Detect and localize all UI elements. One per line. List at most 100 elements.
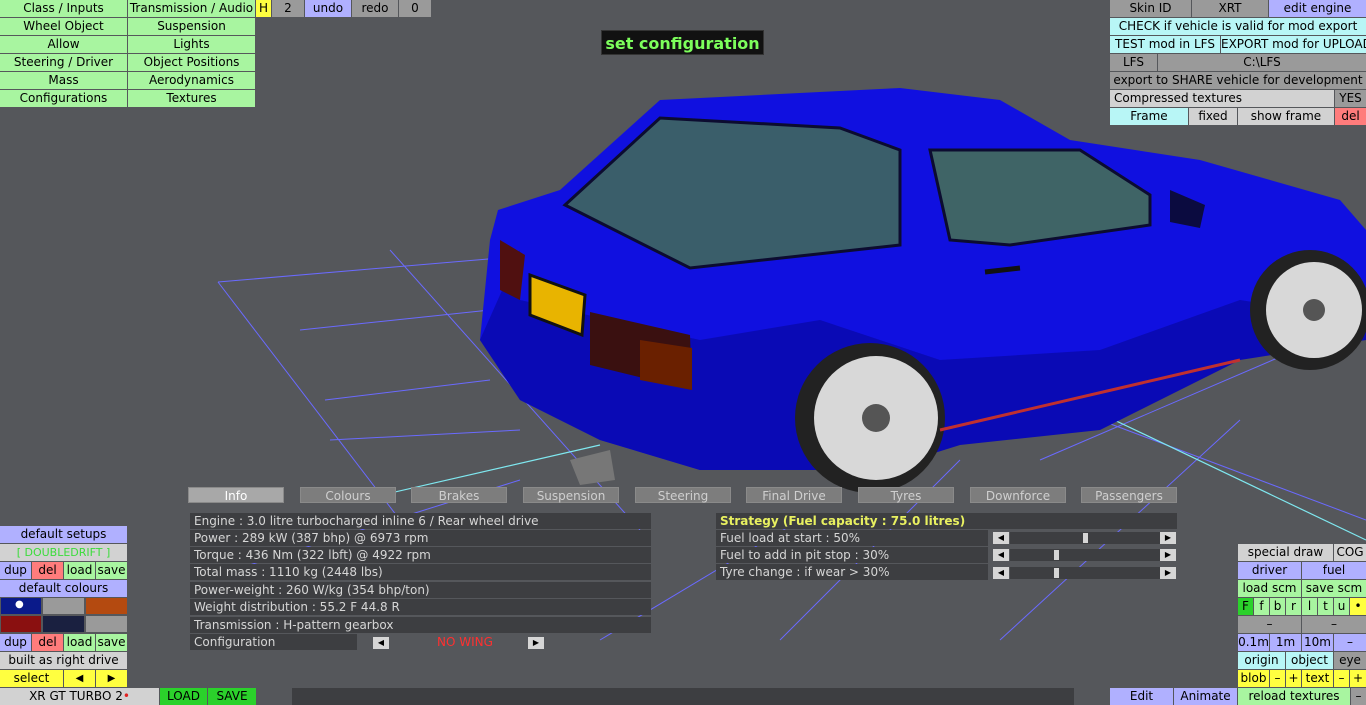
view-u[interactable]: u [1334,598,1349,615]
test-mod-button[interactable]: TEST mod in LFS [1110,36,1220,53]
setup-dup-button[interactable]: dup [0,562,31,579]
menu-wheel-object[interactable]: Wheel Object [0,18,127,35]
colour-swatch-6[interactable] [86,616,127,632]
car-name[interactable]: XR GT TURBO 2• [0,688,159,705]
step-10m[interactable]: 10m [1302,634,1333,651]
setup-save-button[interactable]: save [96,562,127,579]
tyre-change-thumb[interactable] [1054,568,1059,578]
fuel-load-thumb[interactable] [1083,533,1088,543]
command-input-bar[interactable] [292,688,1074,705]
check-valid-button[interactable]: CHECK if vehicle is valid for mod export [1110,18,1366,35]
menu-transmission-audio[interactable]: Transmission / Audio [128,0,255,17]
eye-button[interactable]: eye [1334,652,1366,669]
view-f[interactable]: f [1254,598,1269,615]
configuration-next-arrow[interactable]: ▶ [528,637,544,649]
setup-del-button[interactable]: del [32,562,63,579]
cog-button[interactable]: COG [1334,544,1366,561]
tyre-change-decrease[interactable]: ◀ [993,567,1009,579]
colour-dup-button[interactable]: dup [0,634,31,651]
fuel-load-decrease[interactable]: ◀ [993,532,1009,544]
edit-engine-button[interactable]: edit engine [1269,0,1366,17]
load-scm-button[interactable]: load scm [1238,580,1301,597]
colour-save-button[interactable]: save [96,634,127,651]
setup-load-button[interactable]: load [64,562,95,579]
colour-swatch-2[interactable] [43,598,84,614]
tab-tyres[interactable]: Tyres [858,487,954,503]
menu-allow[interactable]: Allow [0,36,127,53]
built-as-right-drive[interactable]: built as right drive [0,652,127,669]
lfs-button[interactable]: LFS [1110,54,1157,71]
skin-id-button[interactable]: Skin ID [1110,0,1191,17]
tab-final-drive[interactable]: Final Drive [746,487,842,503]
minus-right-button[interactable]: – [1302,616,1366,633]
view-l[interactable]: l [1302,598,1317,615]
save-big-button[interactable]: SAVE [208,688,256,705]
menu-textures[interactable]: Textures [128,90,255,107]
menu-mass[interactable]: Mass [0,72,127,89]
export-mod-button[interactable]: EXPORT mod for UPLOAD [1221,36,1366,53]
fuel-load-slider[interactable] [1010,532,1160,544]
reload-textures-button[interactable]: reload textures [1238,688,1350,705]
colour-swatch-3[interactable] [86,598,127,614]
tab-colours[interactable]: Colours [300,487,396,503]
fuel-pit-slider[interactable] [1010,549,1160,561]
blob-plus[interactable]: + [1286,670,1301,687]
tab-passengers[interactable]: Passengers [1081,487,1177,503]
counter-0[interactable]: 0 [399,0,431,17]
blob-minus[interactable]: – [1270,670,1285,687]
menu-steering-driver[interactable]: Steering / Driver [0,54,127,71]
step-0-1m[interactable]: 0.1m [1238,634,1269,651]
menu-object-positions[interactable]: Object Positions [128,54,255,71]
object-button[interactable]: object [1286,652,1333,669]
colour-del-button[interactable]: del [32,634,63,651]
view-dot[interactable]: • [1350,598,1366,615]
undo-button[interactable]: undo [305,0,351,17]
fuel-button[interactable]: fuel [1302,562,1366,579]
menu-configurations[interactable]: Configurations [0,90,127,107]
lfs-path[interactable]: C:\LFS [1158,54,1366,71]
view-r[interactable]: r [1286,598,1301,615]
reload-minus[interactable]: – [1351,688,1366,705]
select-prev-button[interactable]: ◀ [64,670,95,687]
show-frame-button[interactable]: show frame [1238,108,1334,125]
fixed-button[interactable]: fixed [1189,108,1237,125]
tab-info[interactable]: Info [188,487,284,503]
view-b[interactable]: b [1270,598,1285,615]
animate-button[interactable]: Animate [1174,688,1237,705]
special-draw-button[interactable]: special draw [1238,544,1333,561]
menu-lights[interactable]: Lights [128,36,255,53]
tab-steering[interactable]: Steering [635,487,731,503]
default-colours-button[interactable]: default colours [0,580,127,597]
step-minus[interactable]: – [1334,634,1366,651]
export-share-button[interactable]: export to SHARE vehicle for development [1110,72,1366,89]
load-big-button[interactable]: LOAD [160,688,207,705]
tab-brakes[interactable]: Brakes [411,487,507,503]
text-plus[interactable]: + [1350,670,1366,687]
fuel-pit-thumb[interactable] [1054,550,1059,560]
compressed-textures-toggle[interactable]: YES [1335,90,1366,107]
menu-suspension[interactable]: Suspension [128,18,255,35]
xrt-button[interactable]: XRT [1192,0,1268,17]
tab-downforce[interactable]: Downforce [970,487,1066,503]
colour-swatch-1[interactable]: ● [1,598,41,614]
edit-button[interactable]: Edit [1110,688,1173,705]
select-next-button[interactable]: ▶ [96,670,127,687]
menu-aerodynamics[interactable]: Aerodynamics [128,72,255,89]
fuel-pit-increase[interactable]: ▶ [1160,549,1176,561]
default-setups-button[interactable]: default setups [0,526,127,543]
setup-name[interactable]: [ DOUBLEDRIFT ] [0,544,127,561]
tab-suspension[interactable]: Suspension [523,487,619,503]
fuel-pit-decrease[interactable]: ◀ [993,549,1009,561]
step-1m[interactable]: 1m [1270,634,1301,651]
tyre-change-increase[interactable]: ▶ [1160,567,1176,579]
configuration-prev-arrow[interactable]: ◀ [373,637,389,649]
redo-button[interactable]: redo [352,0,398,17]
text-minus[interactable]: – [1334,670,1349,687]
menu-class-inputs[interactable]: Class / Inputs [0,0,127,17]
view-f-upper[interactable]: F [1238,598,1253,615]
tyre-change-slider[interactable] [1010,567,1160,579]
colour-load-button[interactable]: load [64,634,95,651]
h-toggle[interactable]: H [256,0,271,17]
counter-2[interactable]: 2 [272,0,304,17]
origin-button[interactable]: origin [1238,652,1285,669]
